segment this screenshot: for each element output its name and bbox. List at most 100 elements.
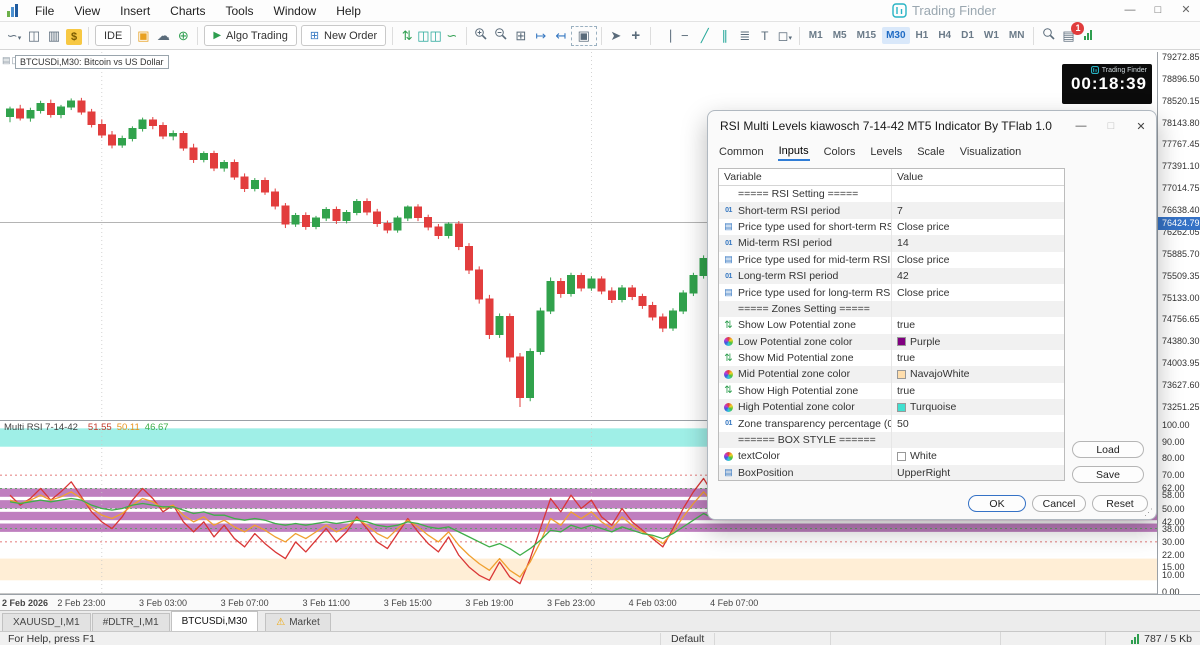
screenshot-tool[interactable]: ▣ [571,26,597,46]
input-row[interactable]: 01Zone transparency percentage (0-100)50 [719,415,1064,431]
variable-value[interactable]: Purple [891,334,1064,350]
profile-name[interactable]: Default [660,633,715,645]
horizontal-line-tool-icon[interactable]: − [675,26,695,46]
depth-of-market-icon[interactable]: ◫◫ [417,26,442,46]
web-globe-icon[interactable]: ⊕ [173,26,193,46]
input-row[interactable]: textColorWhite [719,448,1064,464]
dialog-tab-colors[interactable]: Colors [823,144,857,160]
variable-value[interactable]: true [891,350,1064,366]
dialog-tab-inputs[interactable]: Inputs [778,143,810,161]
input-row[interactable]: ▤BoxPositionUpperRight [719,465,1064,481]
dialog-tab-scale[interactable]: Scale [916,144,946,160]
dialog-resize-grip[interactable]: ⋰ [1144,507,1153,518]
load-button[interactable]: Load [1072,441,1144,458]
grid-icon[interactable]: ⊞ [511,26,531,46]
text-tool-icon[interactable]: T [755,26,775,46]
input-row[interactable]: High Potential zone colorTurquoise [719,399,1064,415]
input-row[interactable]: ▤Price type used for short-term RSIClose… [719,219,1064,235]
variable-value[interactable]: UpperRight [891,465,1064,481]
dialog-title-bar[interactable]: RSI Multi Levels kiawosch 7-14-42 MT5 In… [708,111,1156,141]
line-chart-type-icon[interactable]: ∽▾ [4,26,24,46]
bar-chart-type-icon[interactable]: ▥ [44,26,64,46]
variable-value[interactable]: Close price [891,284,1064,300]
search-icon[interactable] [1038,26,1058,46]
input-row[interactable]: ====== BOX STYLE ====== [719,432,1064,448]
variable-value[interactable]: Close price [891,219,1064,235]
reset-button[interactable]: Reset [1092,495,1148,512]
variable-value[interactable] [891,432,1064,448]
menu-file[interactable]: File [25,1,64,21]
timeframe-w1[interactable]: W1 [980,27,1003,44]
cloud-icon[interactable]: ☁ [153,26,173,46]
timeframe-m5[interactable]: M5 [829,27,851,44]
fibonacci-tool-icon[interactable]: ≣ [735,26,755,46]
auto-scroll-icon[interactable]: ↤ [551,26,571,46]
input-row[interactable]: ▤Price type used for mid-term RSIClose p… [719,252,1064,268]
input-row[interactable]: ===== RSI Setting ===== [719,186,1064,202]
variable-value[interactable]: 50 [891,415,1064,431]
timeframe-h1[interactable]: H1 [912,27,933,44]
market-tab[interactable]: ⚠Market [265,613,331,631]
variable-value[interactable] [891,186,1064,202]
wave-icon[interactable]: ∽ [442,26,462,46]
dialog-close-button[interactable]: ✕ [1126,120,1156,133]
timeframe-h4[interactable]: H4 [934,27,955,44]
trendline-tool-icon[interactable]: ╱ [695,26,715,46]
dialog-tab-common[interactable]: Common [718,144,765,160]
cursor-icon[interactable]: ➤ [606,26,626,46]
dialog-tab-levels[interactable]: Levels [869,144,903,160]
channel-tool-icon[interactable]: ∥ [715,26,735,46]
toolbox-icon[interactable]: ▤1 [1058,26,1078,46]
vertical-line-tool-icon[interactable]: ⎹ [655,26,675,46]
variable-value[interactable]: Close price [891,252,1064,268]
zoom-out-icon[interactable] [491,26,511,46]
variable-value[interactable]: Turquoise [891,399,1064,415]
input-row[interactable]: Low Potential zone colorPurple [719,334,1064,350]
crosshair-icon[interactable]: + [626,26,646,46]
variable-value[interactable] [891,301,1064,317]
input-row[interactable]: ===== Zones Setting ===== [719,301,1064,317]
dialog-maximize-button[interactable]: □ [1096,120,1126,132]
menu-insert[interactable]: Insert [110,1,160,21]
lock-icon[interactable]: ▣ [133,26,153,46]
variable-value[interactable]: 7 [891,202,1064,218]
menu-charts[interactable]: Charts [160,1,215,21]
window-close-button[interactable]: ✕ [1172,0,1200,21]
chart-tab-dltrim1[interactable]: #DLTR_I,M1 [92,613,170,631]
ok-button[interactable]: OK [968,495,1026,512]
variable-value[interactable]: 42 [891,268,1064,284]
tick-updown-icon[interactable]: ⇅ [397,26,417,46]
shift-end-icon[interactable]: ↦ [531,26,551,46]
new-order-button[interactable]: ⊞New Order [301,25,386,46]
variable-value[interactable]: NavajoWhite [891,366,1064,382]
variable-value[interactable]: true [891,317,1064,333]
input-row[interactable]: ⇅Show Low Potential zonetrue [719,317,1064,333]
input-row[interactable]: Mid Potential zone colorNavajoWhite [719,366,1064,382]
timeframe-m15[interactable]: M15 [853,27,880,44]
dialog-tab-visualization[interactable]: Visualization [959,144,1023,160]
menu-window[interactable]: Window [264,1,327,21]
menu-help[interactable]: Help [326,1,371,21]
input-row[interactable]: ⇅Show High Potential zonetrue [719,383,1064,399]
timeframe-m1[interactable]: M1 [805,27,827,44]
ide-button[interactable]: IDE [95,25,131,46]
algo-trading-button[interactable]: ▶Algo Trading [204,25,296,46]
shapes-tool-icon[interactable]: ◻▾ [775,26,795,46]
price-axis[interactable]: 79272.8578896.5078520.1578143.8077767.45… [1157,52,1200,594]
time-axis[interactable]: 2 Feb 20262 Feb 23:003 Feb 03:003 Feb 07… [0,594,1200,610]
input-row[interactable]: 01Long-term RSI period42 [719,268,1064,284]
timeframe-mn[interactable]: MN [1005,27,1029,44]
input-row[interactable]: ▤Price type used for long-term RSIClose … [719,284,1064,300]
input-row[interactable]: ⇅Show Mid Potential zonetrue [719,350,1064,366]
zoom-in-icon[interactable] [471,26,491,46]
variable-value[interactable]: 14 [891,235,1064,251]
menu-tools[interactable]: Tools [216,1,264,21]
input-row[interactable]: 01Mid-term RSI period14 [719,235,1064,251]
chart-tab-btcusdim30[interactable]: BTCUSDi,M30 [171,611,259,631]
input-row[interactable]: 01Short-term RSI period7 [719,202,1064,218]
cancel-button[interactable]: Cancel [1032,495,1086,512]
window-minimize-button[interactable]: — [1116,0,1144,21]
menu-view[interactable]: View [64,1,110,21]
save-button[interactable]: Save [1072,466,1144,483]
timeframe-d1[interactable]: D1 [957,27,978,44]
